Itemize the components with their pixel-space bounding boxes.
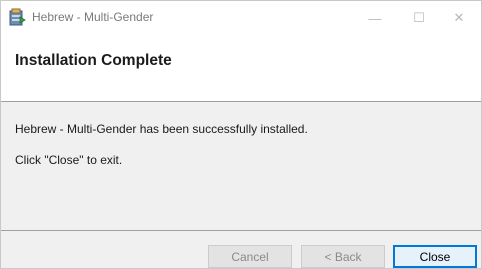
window-title: Hebrew - Multi-Gender	[32, 10, 154, 24]
exit-instruction: Click "Close" to exit.	[15, 153, 123, 167]
success-message: Hebrew - Multi-Gender has been successfu…	[15, 122, 308, 136]
button-bar: Cancel < Back Close	[1, 231, 481, 268]
installer-window: Hebrew - Multi-Gender — ☐ ✕ Installation…	[0, 0, 482, 269]
maximize-button[interactable]: ☐	[397, 1, 441, 35]
minimize-button[interactable]: —	[353, 1, 397, 35]
page-header: Installation Complete	[1, 35, 481, 101]
page-title: Installation Complete	[15, 52, 172, 69]
back-button[interactable]: < Back	[301, 245, 385, 268]
content-area: Hebrew - Multi-Gender has been successfu…	[1, 102, 481, 230]
title-bar[interactable]: Hebrew - Multi-Gender — ☐ ✕	[1, 1, 481, 35]
close-window-button[interactable]: ✕	[437, 1, 481, 35]
close-button[interactable]: Close	[393, 245, 477, 268]
cancel-button[interactable]: Cancel	[208, 245, 292, 268]
installer-package-icon	[9, 8, 26, 26]
